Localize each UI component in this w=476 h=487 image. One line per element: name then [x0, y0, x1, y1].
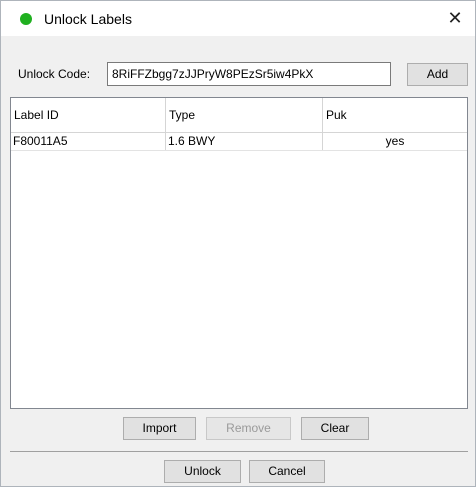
- cell-type: 1.6 BWY: [166, 133, 323, 150]
- unlock-labels-dialog: Unlock Labels ✕ Unlock Code: Add Label I…: [0, 0, 476, 487]
- column-header-puk[interactable]: Puk: [323, 98, 467, 132]
- clear-button[interactable]: Clear: [301, 417, 369, 440]
- cell-puk: yes: [385, 134, 405, 148]
- column-header-type[interactable]: Type: [166, 98, 323, 132]
- column-header-label-id[interactable]: Label ID: [11, 98, 166, 132]
- add-button[interactable]: Add: [407, 63, 468, 86]
- unlock-code-input[interactable]: [107, 62, 391, 86]
- table-header: Label ID Type Puk: [11, 98, 467, 133]
- table-row[interactable]: F80011A5 1.6 BWY yes: [11, 133, 467, 151]
- cell-label-id: F80011A5: [11, 133, 166, 150]
- cancel-button[interactable]: Cancel: [249, 460, 325, 483]
- close-icon[interactable]: ✕: [435, 1, 475, 36]
- title-bar: Unlock Labels ✕: [1, 1, 475, 36]
- import-button[interactable]: Import: [123, 417, 196, 440]
- dialog-title: Unlock Labels: [44, 11, 132, 27]
- green-dot-icon: [20, 13, 32, 25]
- remove-button[interactable]: Remove: [206, 417, 291, 440]
- labels-table: Label ID Type Puk F80011A5 1.6 BWY yes: [10, 97, 468, 409]
- unlock-button[interactable]: Unlock: [164, 460, 241, 483]
- footer-separator: [10, 451, 468, 452]
- unlock-code-label: Unlock Code:: [18, 67, 91, 81]
- unlock-code-row: Unlock Code: Add: [1, 36, 475, 94]
